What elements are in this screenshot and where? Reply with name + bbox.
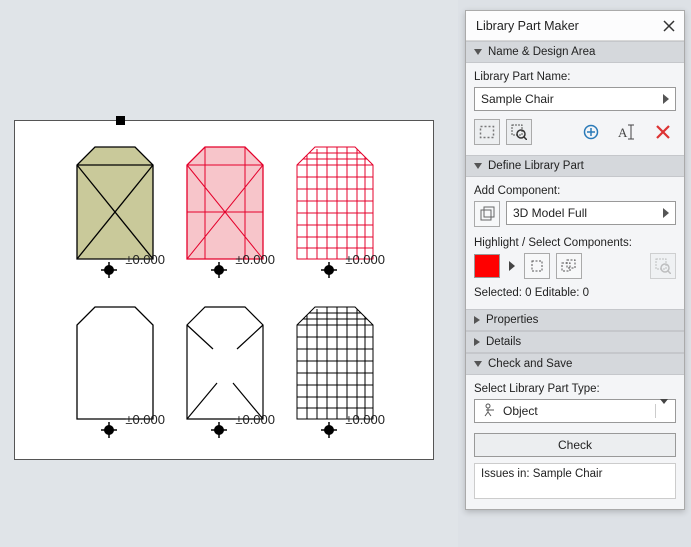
highlight-label: Highlight / Select Components: [474,237,676,249]
issues-box[interactable]: Issues in: Sample Chair [474,463,676,499]
preview-variant-5: ±0.000 [173,297,283,447]
library-part-type-select[interactable]: Object [474,399,676,423]
section-define-body: Add Component: 3D Model Full Highlight /… [466,177,684,309]
panel-title: Library Part Maker [476,19,579,33]
library-part-maker-panel: Library Part Maker Name & Design Area Li… [465,10,685,510]
chevron-right-icon [474,338,480,346]
section-label: Name & Design Area [488,46,595,58]
check-button-label: Check [558,438,592,452]
chevron-right-icon [663,208,669,218]
section-label: Define Library Part [488,160,584,172]
object-icon [483,403,497,420]
rename-button[interactable]: A [614,119,640,145]
design-area-zoom-button[interactable] [506,119,532,145]
add-component-field[interactable]: 3D Model Full [506,201,676,225]
library-part-name-field[interactable]: Sample Chair [474,87,676,111]
component-type-icon[interactable] [474,201,500,227]
add-component-value: 3D Model Full [513,206,587,220]
highlight-single-button[interactable] [524,253,550,279]
select-type-label: Select Library Part Type: [474,383,676,395]
design-area-rect-button[interactable] [474,119,500,145]
chevron-down-icon [474,361,482,367]
origin-marker [101,262,117,281]
section-check-save-body: Select Library Part Type: Object Check I… [466,375,684,509]
selection-info: Selected: 0 Editable: 0 [474,287,676,299]
panel-header: Library Part Maker [466,11,684,41]
svg-text:A: A [618,125,628,140]
delete-button[interactable] [650,119,676,145]
section-label: Check and Save [488,358,572,370]
origin-marker [211,262,227,281]
preview-variant-3: ±0.000 [283,137,393,287]
section-name-design-body: Library Part Name: Sample Chair A [466,63,684,155]
preview-variant-1: ±0.000 [63,137,173,287]
highlight-multi-button[interactable] [556,253,582,279]
origin-marker [211,422,227,441]
origin-marker [101,422,117,441]
check-button[interactable]: Check [474,433,676,457]
origin-label: ±0.000 [125,412,165,427]
canvas-viewport[interactable]: ±0.000 ±0.000 [0,0,458,547]
section-label: Details [486,336,521,348]
origin-label: ±0.000 [235,252,275,267]
page-anchor-marker [115,115,126,126]
library-part-type-value: Object [503,404,538,418]
preview-variant-4: ±0.000 [63,297,173,447]
highlight-color-picker[interactable] [506,261,518,271]
chevron-right-icon [474,316,480,324]
add-plus-button[interactable] [578,119,604,145]
add-component-label: Add Component: [474,185,676,197]
zoom-selection-button[interactable] [650,253,676,279]
section-properties[interactable]: Properties [466,309,684,331]
chevron-right-icon [663,94,669,104]
origin-label: ±0.000 [345,412,385,427]
section-define[interactable]: Define Library Part [466,155,684,177]
section-details[interactable]: Details [466,331,684,353]
library-part-name-value: Sample Chair [481,92,554,106]
preview-variant-6: ±0.000 [283,297,393,447]
section-name-design[interactable]: Name & Design Area [466,41,684,63]
preview-variant-2: ±0.000 [173,137,283,287]
section-label: Properties [486,314,538,326]
chevron-down-icon [474,163,482,169]
origin-marker [321,422,337,441]
section-check-save[interactable]: Check and Save [466,353,684,375]
close-icon[interactable] [660,17,678,35]
origin-label: ±0.000 [345,252,385,267]
chevron-down-icon [655,404,671,418]
chevron-down-icon [474,49,482,55]
library-part-name-label: Library Part Name: [474,71,676,83]
highlight-color-swatch[interactable] [474,254,500,278]
origin-label: ±0.000 [125,252,165,267]
drawing-page: ±0.000 ±0.000 [14,120,434,460]
issues-label: Issues in: Sample Chair [481,468,602,480]
origin-marker [321,262,337,281]
origin-label: ±0.000 [235,412,275,427]
